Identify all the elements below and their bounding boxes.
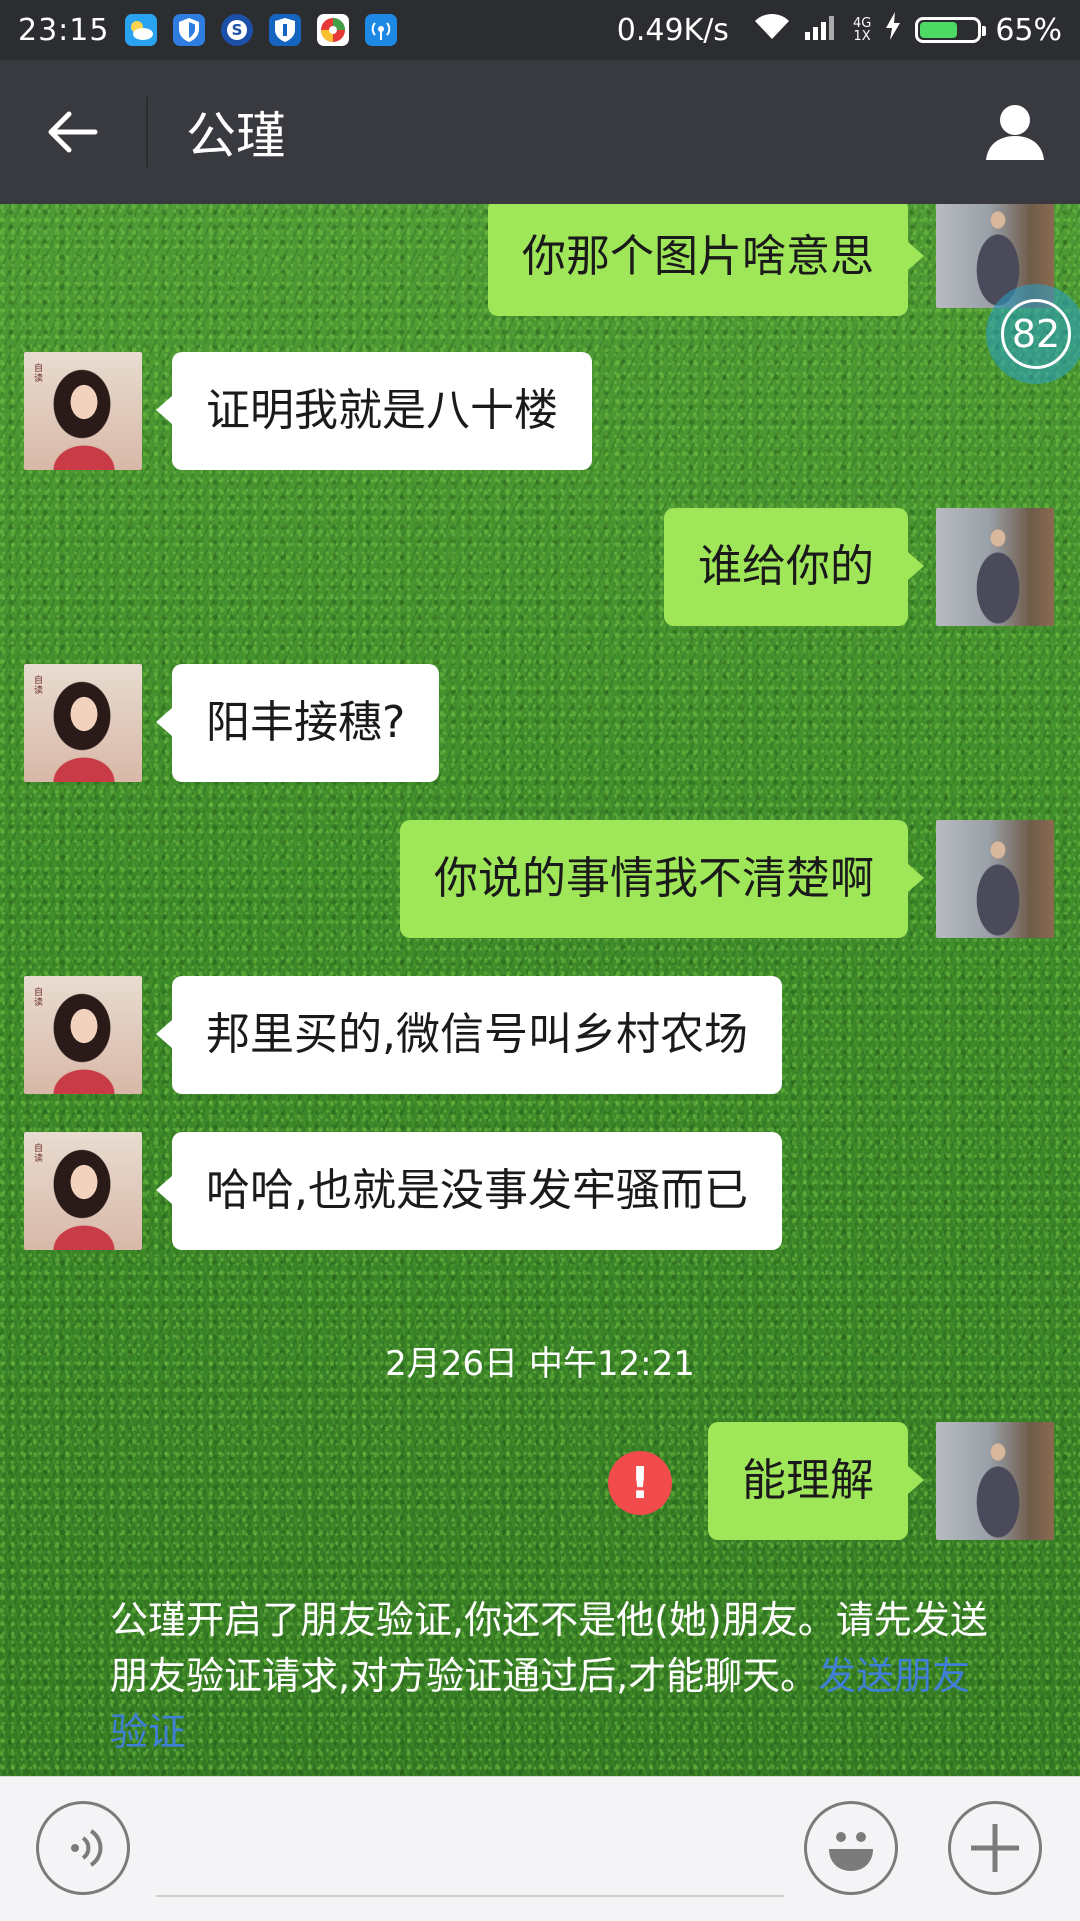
- person-icon: [986, 105, 1044, 160]
- header-divider: [146, 97, 148, 167]
- more-options-button[interactable]: [948, 1801, 1042, 1895]
- message-bubble-incoming[interactable]: 邦里买的,微信号叫乡村农场: [156, 976, 782, 1094]
- sogou-icon: S: [221, 14, 254, 46]
- voice-input-button[interactable]: [36, 1801, 130, 1895]
- avatar-seal: 自 读: [34, 988, 44, 1008]
- system-message: 公瑾开启了朋友验证,你还不是他(她)朋友。请先发送朋友验证请求,对方验证通过后,…: [110, 1592, 990, 1760]
- avatar-contact[interactable]: 自 读: [24, 352, 142, 470]
- message-text: 邦里买的,微信号叫乡村农场: [206, 1009, 748, 1060]
- avatar-contact[interactable]: 自 读: [24, 664, 142, 782]
- message-text: 证明我就是八十楼: [206, 385, 558, 436]
- svg-text:S: S: [232, 21, 243, 39]
- message-bubble-outgoing[interactable]: 能理解: [708, 1422, 924, 1540]
- avatar-self[interactable]: [936, 508, 1054, 626]
- message-text: 你那个图片啥意思: [522, 231, 874, 282]
- message-input[interactable]: [156, 1807, 784, 1897]
- signal-icon: [804, 13, 839, 48]
- plus-icon: [971, 1824, 1019, 1872]
- battery-icon: [915, 17, 987, 43]
- status-bar: 23:15 S 0.49K/s 4G 1X 65%: [0, 0, 1080, 60]
- voice-icon: [71, 1829, 103, 1867]
- message-bubble-outgoing[interactable]: 你那个图片啥意思: [488, 204, 924, 316]
- message-timestamp: 2月26日 中午12:21: [385, 1344, 695, 1384]
- chat-area[interactable]: 你那个图片啥意思 82 自 读 证明我就是八十楼 谁给你的 自 读 阳丰接穗? …: [0, 204, 1080, 1776]
- hotspot-icon: [365, 14, 398, 46]
- avatar-self[interactable]: [936, 1422, 1054, 1540]
- avatar-contact[interactable]: 自 读: [24, 1132, 142, 1250]
- shield-icon: [173, 14, 206, 46]
- battery-level: [920, 22, 957, 38]
- network-type: 4G 1X: [853, 17, 871, 43]
- network-type-bottom: 1X: [853, 29, 871, 44]
- status-time: 23:15: [18, 12, 110, 48]
- message-text: 你说的事情我不清楚啊: [434, 853, 874, 904]
- charging-icon: [885, 12, 901, 48]
- unread-count-badge[interactable]: 82: [986, 284, 1080, 384]
- security-icon: [269, 14, 302, 46]
- back-arrow-icon: [48, 111, 98, 153]
- send-failed-icon[interactable]: !: [608, 1451, 672, 1515]
- input-bar: [0, 1776, 1080, 1921]
- net-speed: 0.49K/s: [616, 12, 729, 48]
- avatar-seal: 自 读: [34, 1144, 44, 1164]
- message-bubble-outgoing[interactable]: 你说的事情我不清楚啊: [400, 820, 924, 938]
- message-bubble-incoming[interactable]: 阳丰接穗?: [155, 664, 440, 782]
- message-bubble-incoming[interactable]: 哈哈,也就是没事发牢骚而已: [156, 1132, 782, 1250]
- app-icon: [317, 14, 350, 46]
- avatar-self[interactable]: [936, 820, 1054, 938]
- status-right: 0.49K/s 4G 1X 65%: [617, 11, 1062, 49]
- message-bubble-outgoing[interactable]: 谁给你的: [664, 508, 924, 626]
- smiley-icon: [829, 1832, 873, 1871]
- message-text: 阳丰接穗?: [206, 697, 406, 748]
- emoji-button[interactable]: [804, 1801, 898, 1895]
- message-text: 哈哈,也就是没事发牢骚而已: [206, 1165, 748, 1216]
- unread-count: 82: [1001, 299, 1071, 369]
- avatar-seal: 自 读: [34, 676, 44, 696]
- avatar-contact[interactable]: 自 读: [24, 976, 142, 1094]
- back-button[interactable]: [0, 60, 146, 204]
- message-text: 谁给你的: [698, 541, 874, 592]
- notification-icons: S: [125, 14, 398, 46]
- battery-percent: 65%: [995, 12, 1062, 48]
- weather-icon: [125, 14, 158, 46]
- contact-info-button[interactable]: [950, 60, 1080, 204]
- chat-header: 公瑾: [0, 60, 1080, 204]
- message-bubble-incoming[interactable]: 证明我就是八十楼: [156, 352, 592, 470]
- avatar-seal: 自 读: [34, 364, 44, 384]
- message-text: 能理解: [742, 1455, 874, 1506]
- page-title: 公瑾: [186, 107, 286, 165]
- wifi-icon: [753, 11, 791, 49]
